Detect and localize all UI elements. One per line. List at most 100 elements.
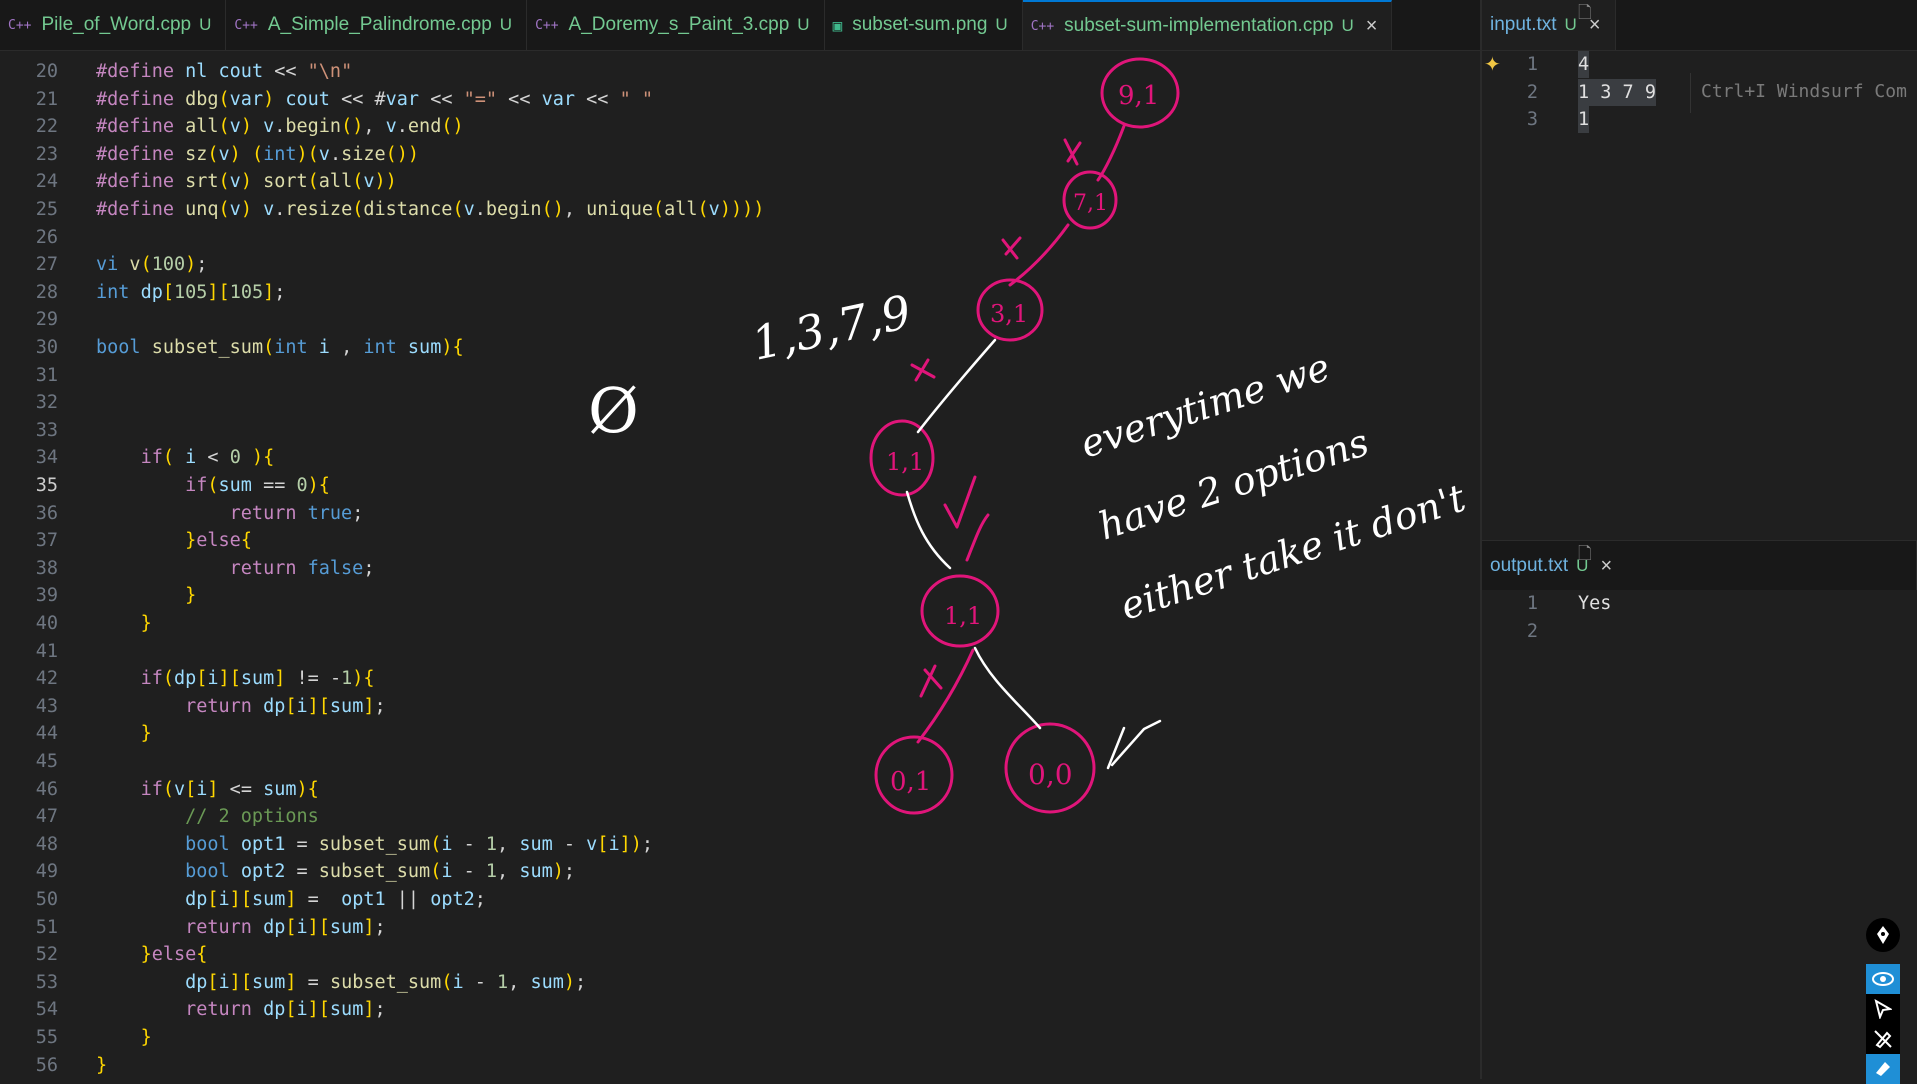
close-icon[interactable]: ×: [1366, 15, 1378, 38]
code-text: return dp[i][sum];: [185, 999, 386, 1021]
code-text: }: [140, 613, 152, 634]
line-number: 37: [35, 530, 58, 552]
code-line[interactable]: 51 return dp[i][sum];: [0, 914, 386, 941]
code-line[interactable]: 42 if(dp[i][sum] != -1){: [0, 665, 375, 692]
line-number: 38: [35, 557, 58, 579]
code-text: if( i < 0 ){: [140, 447, 275, 469]
code-line[interactable]: 21 #define dbg(var) cout << #var << "=" <…: [0, 86, 653, 113]
code-line[interactable]: 43 return dp[i][sum];: [0, 693, 386, 720]
code-line[interactable]: 40 }: [0, 610, 152, 637]
line-number: 29: [35, 309, 58, 331]
code-line[interactable]: 37 }else{: [0, 527, 252, 554]
code-line[interactable]: 55 }: [0, 1024, 152, 1051]
tab-output-txt[interactable]: 🗋 output.txt U ×: [1482, 541, 1917, 591]
code-text: }: [185, 585, 197, 607]
code-text: dp[i][sum] = opt1 || opt2;: [185, 889, 486, 910]
code-line[interactable]: 56}: [0, 1052, 107, 1079]
code-text: return true;: [229, 502, 364, 524]
tab-0[interactable]: C++ Pile_of_Word.cpp U: [0, 0, 227, 50]
code-text: return false;: [229, 557, 375, 579]
line-number: 30: [35, 337, 58, 358]
line-number: 25: [35, 199, 58, 220]
file-line[interactable]: 2: [1482, 618, 1538, 645]
line-number: 56: [35, 1054, 58, 1076]
code-line[interactable]: 35 if(sum == 0){: [0, 472, 330, 499]
code-line[interactable]: 41: [0, 638, 58, 665]
pen-nib-icon[interactable]: [1866, 918, 1900, 952]
untracked-badge: U: [499, 15, 513, 34]
line-number: 46: [35, 778, 58, 800]
pen-toolbar: [1866, 918, 1900, 1084]
file-line[interactable]: 1 Yes: [1482, 590, 1612, 617]
tab-4[interactable]: C++ subset-sum-implementation.cpp U ×: [1022, 0, 1393, 50]
code-line[interactable]: 50 dp[i][sum] = opt1 || opt2;: [0, 886, 486, 913]
sparkle-icon[interactable]: ✦: [1484, 52, 1501, 77]
code-line[interactable]: 22 #define all(v) v.begin(), v.end(): [0, 113, 464, 140]
code-line[interactable]: 53 dp[i][sum] = subset_sum(i - 1, sum);: [0, 969, 586, 996]
line-number: 53: [35, 971, 58, 993]
highlighter-icon[interactable]: [1866, 1054, 1900, 1084]
line-number: 23: [35, 143, 58, 165]
tab-input-txt[interactable]: 🗋 input.txt U ×: [1482, 0, 1616, 50]
cpp-file-icon: C++: [535, 17, 559, 33]
line-number: 32: [35, 392, 58, 414]
code-line[interactable]: 23 #define sz(v) (int)(v.size()): [0, 141, 419, 168]
code-line[interactable]: 31: [0, 362, 58, 389]
code-line[interactable]: 46 if(v[i] <= sum){: [0, 776, 319, 803]
file-line[interactable]: 2 1 3 7 9: [1482, 78, 1656, 106]
code-line[interactable]: 32: [0, 389, 58, 416]
output-file-editor[interactable]: 1 Yes 2: [1482, 590, 1917, 1079]
code-line[interactable]: 30 bool subset_sum(int i , int sum){: [0, 334, 464, 361]
line-number: 20: [35, 61, 58, 82]
code-line[interactable]: 47 // 2 options: [0, 803, 319, 830]
code-line[interactable]: 52 }else{: [0, 941, 208, 968]
code-line[interactable]: 39 }: [0, 582, 197, 609]
code-line[interactable]: 26: [0, 224, 58, 251]
line-number: 49: [35, 861, 58, 883]
code-line[interactable]: 27 vi v(100);: [0, 251, 208, 278]
line-number: 21: [35, 88, 58, 110]
tab-1[interactable]: C++ A_Simple_Palindrome.cpp U: [226, 0, 528, 50]
code-line[interactable]: 25 #define unq(v) v.resize(distance(v.beg…: [0, 196, 765, 223]
input-tab-bar: 🗋 input.txt U ×: [1482, 0, 1917, 51]
code-line[interactable]: 45: [0, 748, 58, 775]
close-icon[interactable]: ×: [1600, 555, 1612, 578]
code-line[interactable]: 49 bool opt2 = subset_sum(i - 1, sum);: [0, 858, 575, 885]
tab-label: subset-sum.png: [852, 14, 988, 35]
line-number: 1: [1526, 593, 1538, 614]
untracked-badge: U: [1564, 15, 1577, 34]
code-text: bool opt1 = subset_sum(i - 1, sum - v[i]…: [185, 833, 653, 855]
eye-icon[interactable]: [1866, 964, 1900, 994]
input-file-editor[interactable]: 1 4 2 1 3 7 931: [1482, 51, 1917, 539]
untracked-badge: U: [1341, 16, 1354, 35]
code-line[interactable]: 24 #define srt(v) sort(all(v)): [0, 168, 397, 195]
tab-3[interactable]: ▣ subset-sum.png U: [825, 0, 1023, 50]
tab-label: A_Doremy_s_Paint_3.cpp: [568, 14, 790, 35]
tab-2[interactable]: C++ A_Doremy_s_Paint_3.cpp U: [527, 0, 825, 50]
code-line[interactable]: 29: [0, 306, 58, 333]
code-text: #define dbg(var) cout << #var << "=" << …: [96, 88, 654, 110]
code-line[interactable]: 48 bool opt1 = subset_sum(i - 1, sum - v…: [0, 831, 653, 858]
cpp-file-icon: C++: [8, 17, 32, 33]
code-line[interactable]: 44 }: [0, 720, 152, 747]
code-line[interactable]: 38 return false;: [0, 555, 375, 582]
pointer-icon[interactable]: [1866, 994, 1900, 1024]
code-editor[interactable]: 20 #define nl cout << "\n" 21 #define dbg(v…: [0, 51, 1480, 1079]
tab-label: input.txt: [1490, 14, 1557, 35]
code-line[interactable]: 33: [0, 417, 58, 444]
line-number: 42: [35, 668, 58, 690]
file-line[interactable]: 31: [1482, 106, 1590, 134]
tab-label: output.txt: [1490, 555, 1569, 576]
inline-ai-hint: Ctrl+I Windsurf Com: [1690, 73, 1917, 113]
code-text: #define nl cout << "\n": [96, 61, 353, 82]
line-number: 40: [35, 613, 58, 634]
code-text: if(dp[i][sum] != -1){: [140, 668, 375, 690]
code-line[interactable]: 20 #define nl cout << "\n": [0, 58, 353, 85]
line-number: 31: [35, 364, 58, 386]
code-line[interactable]: 54 return dp[i][sum];: [0, 996, 386, 1023]
pen-slash-icon[interactable]: [1866, 1024, 1900, 1054]
code-line[interactable]: 28 int dp[105][105];: [0, 279, 286, 306]
line-number: 24: [35, 171, 58, 193]
code-line[interactable]: 36 return true;: [0, 500, 364, 527]
code-line[interactable]: 34 if( i < 0 ){: [0, 444, 275, 471]
